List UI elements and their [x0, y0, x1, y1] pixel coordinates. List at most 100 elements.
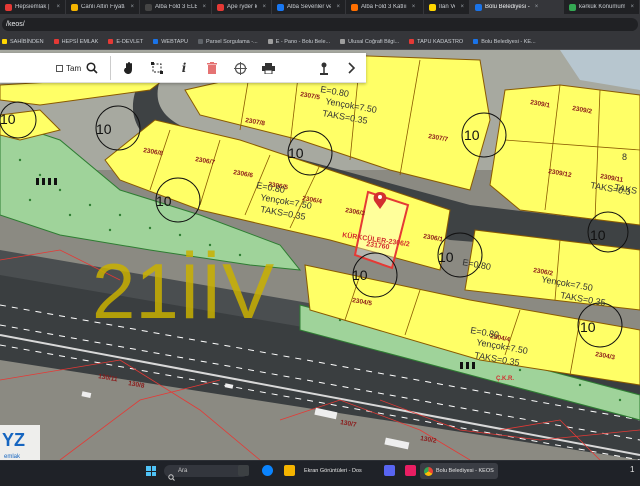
- tab-label: Bolu Belediyesi -: [485, 4, 530, 10]
- tab-label: Canlı Altın Fiyatla: [81, 4, 126, 10]
- bookmark-item[interactable]: Bolu Belediyesi - KE...: [473, 39, 536, 45]
- browser-tab[interactable]: Canlı Altın Fiyatla ×: [66, 0, 140, 14]
- tab-label: Alba Sevenler ve: [287, 4, 332, 10]
- floor-count-label: 10: [464, 127, 480, 143]
- browser-tab[interactable]: Ape ryder kul ×: [212, 0, 272, 14]
- tab-label: Alba Fold 3 ELEK: [155, 4, 197, 10]
- tab-close-icon[interactable]: ×: [262, 4, 266, 10]
- bookmark-item[interactable]: Ulusal Coğrafi Bilgi...: [340, 39, 399, 45]
- tam-checkbox[interactable]: [56, 65, 63, 72]
- url-field[interactable]: /keos/: [2, 18, 638, 31]
- bookmark-favicon-icon: [198, 39, 204, 44]
- windows-start-icon[interactable]: [146, 466, 156, 476]
- floor-count-label: 10: [288, 145, 304, 161]
- bookmark-item[interactable]: TAPU KADASTRO: [409, 39, 463, 45]
- tab-favicon-icon: [277, 3, 284, 11]
- bookmark-label: WEBTAPU: [161, 38, 189, 45]
- bookmark-favicon-icon: [267, 39, 273, 44]
- search-icon: [168, 468, 175, 486]
- tab-close-icon[interactable]: ×: [130, 4, 134, 10]
- map-svg[interactable]: 2307/62307/52307/82307/72306/82306/72306…: [0, 50, 640, 460]
- taskbar-app-label: Bolu Belediyesi - KEOS: [436, 468, 494, 474]
- taskbar-app-chrome[interactable]: Bolu Belediyesi - KEOS: [420, 463, 498, 479]
- print-icon[interactable]: [260, 59, 276, 77]
- bookmark-favicon-icon: [409, 39, 415, 44]
- tab-close-icon[interactable]: ×: [56, 4, 60, 10]
- search-icon[interactable]: [84, 59, 100, 77]
- task-view-icon[interactable]: [238, 465, 249, 476]
- system-clock: 1: [630, 465, 635, 474]
- browser-tab[interactable]: Alba Fold 3 Katlıı ×: [346, 0, 424, 14]
- tab-close-icon[interactable]: ×: [535, 4, 539, 10]
- browser-tab[interactable]: kərkük Konumum ×: [564, 0, 640, 14]
- map-watermark: 21İİV: [92, 247, 274, 335]
- tab-favicon-icon: [71, 3, 78, 11]
- tab-label: İlan Ver: [439, 4, 455, 10]
- floor-count-label: 10: [580, 319, 596, 335]
- browser-tab[interactable]: Bolu Belediyesi - ×: [470, 0, 564, 14]
- floor-count-label: 10: [352, 267, 368, 283]
- windows-taskbar: Ara Ekran Görüntüleri - Dos Bolu Belediy…: [0, 460, 640, 481]
- bookmark-label: E-DEVLET: [116, 38, 144, 45]
- tab-favicon-icon: [429, 3, 436, 11]
- bookmark-item[interactable]: SAHİBİNDEN: [2, 39, 44, 45]
- bookmark-item[interactable]: HEPSİ EMLAK: [53, 38, 99, 45]
- tab-close-icon[interactable]: ×: [460, 4, 464, 10]
- logo-text: YZ: [2, 430, 25, 450]
- floor-count-label: 10: [96, 121, 112, 137]
- bookmark-favicon-icon: [108, 39, 114, 44]
- ckr-label: Ç.K.R.: [496, 376, 514, 382]
- tab-close-icon[interactable]: ×: [412, 4, 416, 10]
- tab-close-icon[interactable]: ×: [336, 4, 340, 10]
- toolbar-separator: [110, 56, 111, 80]
- discord-icon[interactable]: [384, 465, 395, 476]
- tab-favicon-icon: [351, 3, 358, 11]
- info-icon[interactable]: i: [176, 59, 192, 77]
- select-extent-icon[interactable]: [149, 59, 165, 77]
- tab-label: Ape ryder kul: [227, 4, 258, 10]
- tab-favicon-icon: [217, 3, 224, 11]
- bookmark-favicon-icon: [53, 39, 59, 44]
- bookmark-item[interactable]: Parsel Sorgulama -...: [198, 39, 258, 45]
- taskbar-search[interactable]: Ara: [164, 465, 248, 477]
- bookmark-item[interactable]: E - Pano - Bolu Bele...: [267, 38, 331, 45]
- floor-count-label: 10: [156, 193, 172, 209]
- map-toolbar: Tam i: [0, 53, 366, 83]
- tab-close-icon[interactable]: ×: [630, 4, 634, 10]
- file-explorer-icon[interactable]: [284, 465, 295, 476]
- target-icon[interactable]: [232, 59, 248, 77]
- bookmark-item[interactable]: WEBTAPU: [153, 39, 188, 45]
- taskbar-app-explorer[interactable]: Ekran Görüntüleri - Dos: [300, 463, 366, 479]
- zoning-e: 8: [622, 152, 627, 162]
- browser-tab[interactable]: İlan Ver ×: [424, 0, 470, 14]
- tab-favicon-icon: [5, 3, 12, 11]
- bookmarks-bar: SAHİBİNDEN HEPSİ EMLAK E-DEVLET WEBTAPU Pars…: [0, 34, 640, 50]
- bookmark-favicon-icon: [340, 39, 346, 44]
- map-canvas[interactable]: 2307/62307/52307/82307/72306/82306/72306…: [0, 50, 640, 460]
- browser-tab[interactable]: Alba Fold 3 ELEK ×: [140, 0, 212, 14]
- bookmark-favicon-icon: [2, 39, 7, 44]
- bookmark-item[interactable]: E-DEVLET: [108, 39, 143, 45]
- browser-tab[interactable]: Alba Sevenler ve ×: [272, 0, 346, 14]
- hand-pan-icon[interactable]: [121, 59, 137, 77]
- browser-tab[interactable]: Hepsiemlak | Sat ×: [0, 0, 66, 14]
- tam-label: Tam: [66, 64, 82, 73]
- chevron-right-icon[interactable]: [344, 59, 360, 77]
- edge-icon[interactable]: [262, 465, 273, 476]
- browser-tab-strip: Hepsiemlak | Sat×Canlı Altın Fiyatla×Alb…: [0, 0, 640, 14]
- bookmark-label: E - Pano - Bolu Bele...: [275, 38, 331, 45]
- tab-favicon-icon: [569, 3, 576, 11]
- tab-label: kərkük Konumum: [579, 4, 626, 10]
- trash-icon[interactable]: [204, 59, 220, 77]
- pin-icon[interactable]: [316, 59, 332, 77]
- bookmark-label: HEPSİ EMLAK: [61, 38, 99, 45]
- chrome-icon: [424, 466, 433, 476]
- tab-close-icon[interactable]: ×: [202, 4, 206, 10]
- taskbar-app-label: Ekran Görüntüleri - Dos: [304, 468, 362, 474]
- tab-favicon-icon: [145, 3, 152, 11]
- bookmark-favicon-icon: [153, 39, 159, 44]
- app-icon[interactable]: [405, 465, 416, 476]
- tab-favicon-icon: [475, 3, 482, 11]
- tab-label: Hepsiemlak | Sat: [15, 4, 51, 10]
- tab-label: Alba Fold 3 Katlıı: [361, 4, 407, 10]
